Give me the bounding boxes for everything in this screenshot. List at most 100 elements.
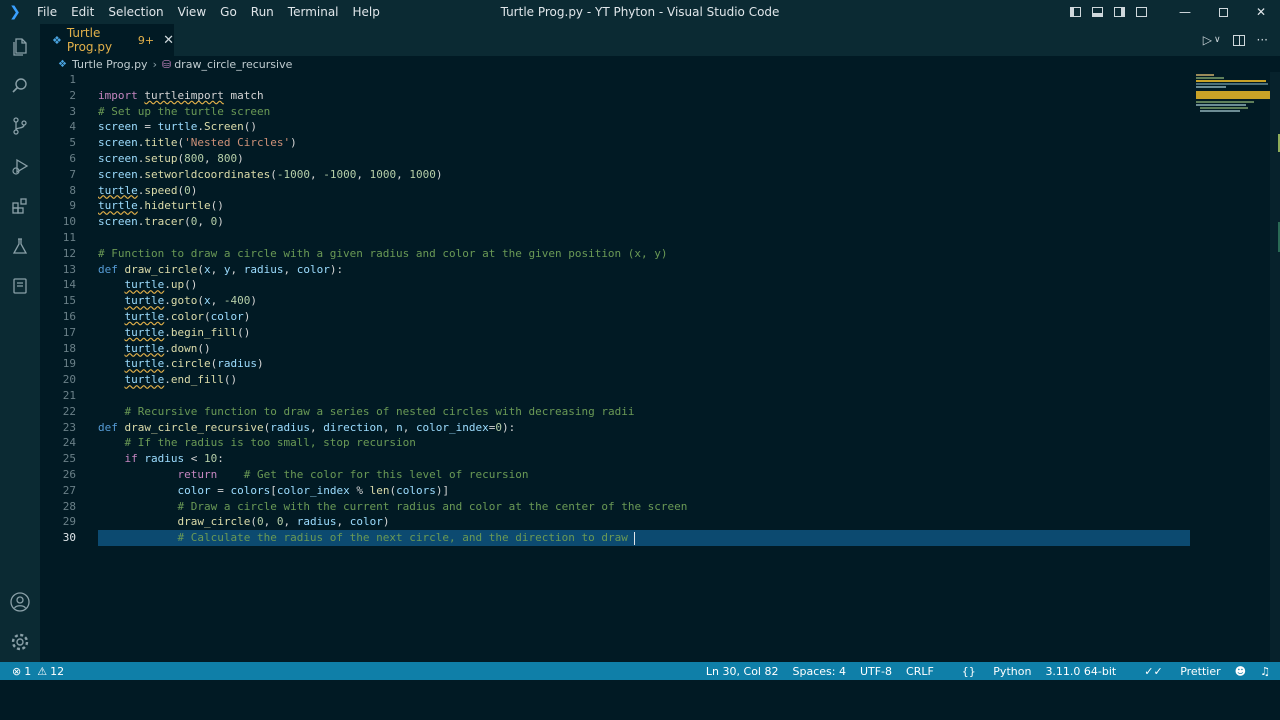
code-token: ( — [250, 515, 257, 529]
line-number: 16 — [62, 310, 76, 323]
code-token: , — [210, 262, 224, 276]
code-token: title — [144, 136, 178, 150]
source-control-icon[interactable] — [0, 106, 40, 146]
code-token: return — [177, 468, 218, 481]
breadcrumb-symbol[interactable]: draw_circle_recursive — [174, 58, 292, 71]
notifications-bell-icon[interactable]: ♫ — [1260, 665, 1270, 678]
code-token: = — [210, 483, 231, 497]
extensions-icon[interactable] — [0, 186, 40, 226]
minimap-line — [1196, 104, 1246, 106]
minimap[interactable] — [1190, 72, 1270, 662]
menu-edit[interactable]: Edit — [64, 0, 101, 24]
code-token: 800 — [217, 152, 238, 165]
feedback-icon[interactable]: ☻ — [1235, 665, 1246, 678]
minimize-icon[interactable]: — — [1166, 0, 1204, 24]
code-token: turtleimport — [144, 88, 224, 102]
code-token: end_fill — [170, 373, 224, 387]
code-token: def — [98, 262, 118, 276]
testing-icon[interactable] — [0, 226, 40, 266]
toggle-panel-icon[interactable] — [1086, 0, 1108, 24]
code-line: 25 if radius < 10: — [40, 451, 1190, 467]
line-number: 21 — [62, 389, 76, 402]
indentation[interactable]: Spaces: 4 — [792, 665, 845, 678]
minimap-line — [1196, 86, 1226, 88]
menu-view[interactable]: View — [171, 0, 213, 24]
accounts-icon[interactable] — [0, 582, 40, 622]
braces-icon: {} — [961, 664, 976, 678]
line-number: 25 — [62, 452, 76, 466]
code-token: len — [369, 483, 390, 497]
bottom-area — [0, 680, 1280, 720]
restore-icon[interactable] — [1204, 0, 1242, 24]
code-token: ( — [197, 262, 204, 276]
code-line: 27 color = colors[color_index % len(colo… — [40, 483, 1190, 499]
code-token: direction — [323, 420, 383, 434]
code-line: 29 draw_circle(0, 0, radius, color) — [40, 514, 1190, 530]
menu-run[interactable]: Run — [244, 0, 281, 24]
python-file-icon: ❖ — [52, 33, 62, 47]
tab-turtle-prog[interactable]: ❖ Turtle Prog.py 9+ ✕ — [40, 24, 174, 56]
code-line: 7 screen.setworldcoordinates(-1000, -1000… — [40, 167, 1190, 183]
more-actions-icon[interactable]: ··· — [1257, 33, 1268, 47]
toggle-secondary-sidebar-icon[interactable] — [1108, 0, 1130, 24]
code-token: 1000 — [369, 167, 397, 181]
line-number: 1 — [69, 73, 76, 86]
remote-explorer-icon[interactable] — [0, 266, 40, 306]
run-debug-icon[interactable] — [0, 146, 40, 186]
minimap-line — [1196, 77, 1224, 79]
code-line: 15 turtle.goto(x, -400) — [40, 293, 1190, 309]
vscode-logo-icon: ❯ — [9, 4, 21, 20]
code-token: 800 — [184, 152, 204, 165]
customize-layout-icon[interactable] — [1130, 0, 1152, 24]
run-options-chevron-icon[interactable]: ∨ — [1214, 35, 1221, 45]
code-token: 0 — [184, 183, 191, 197]
code-token: screen — [98, 120, 138, 134]
tab-bar: ❖ Turtle Prog.py 9+ ✕ ▷ ∨ ··· — [40, 24, 1280, 56]
search-icon[interactable] — [0, 66, 40, 106]
double-check-icon: ✓✓ — [1144, 664, 1163, 678]
settings-gear-icon[interactable] — [0, 622, 40, 662]
code-line: 16 turtle.color(color) — [40, 309, 1190, 325]
run-python-file-icon[interactable]: ▷ — [1203, 33, 1212, 47]
code-token: colors — [396, 483, 436, 497]
code-token: , — [210, 294, 224, 308]
code-token: radius — [217, 357, 257, 371]
code-token: ) — [217, 215, 224, 229]
minimap-line — [1196, 83, 1268, 85]
code-token: def — [98, 420, 118, 434]
menu-terminal[interactable]: Terminal — [281, 0, 346, 24]
menu-go[interactable]: Go — [213, 0, 244, 24]
code-token: setup — [144, 152, 178, 165]
text-cursor — [634, 531, 636, 545]
line-number: 11 — [62, 231, 76, 244]
split-editor-icon[interactable] — [1232, 34, 1245, 46]
python-interpreter[interactable]: 3.11.0 64-bit — [1045, 665, 1116, 678]
menu-help[interactable]: Help — [346, 0, 387, 24]
menu-selection[interactable]: Selection — [101, 0, 170, 24]
encoding[interactable]: UTF-8 — [860, 665, 892, 678]
code-token: 0 — [256, 515, 264, 529]
code-token: () — [197, 341, 211, 355]
prettier-status[interactable]: ✓✓ Prettier — [1130, 665, 1220, 678]
cursor-position[interactable]: Ln 30, Col 82 — [706, 665, 779, 678]
code-line: 14 turtle.up() — [40, 277, 1190, 293]
line-number: 8 — [69, 183, 76, 197]
end-of-line[interactable]: CRLF — [906, 665, 934, 678]
problems-indicator[interactable]: ⊗ 1 ⚠ 12 — [12, 665, 64, 678]
close-tab-icon[interactable]: ✕ — [163, 33, 174, 48]
code-token: . — [197, 120, 204, 134]
menu-file[interactable]: File — [30, 0, 64, 24]
code-token: . — [164, 294, 171, 308]
code-line: 13 def draw_circle(x, y, radius, color): — [40, 262, 1190, 278]
language-mode[interactable]: {} Python — [948, 665, 1032, 678]
code-token: down — [170, 341, 198, 355]
explorer-icon[interactable] — [0, 26, 40, 66]
code-token: x — [203, 262, 211, 276]
vertical-scrollbar[interactable] — [1270, 72, 1280, 662]
code-token: , — [283, 262, 297, 276]
toggle-primary-sidebar-icon[interactable] — [1064, 0, 1086, 24]
breadcrumb-file[interactable]: Turtle Prog.py — [72, 58, 148, 71]
close-window-icon[interactable]: ✕ — [1242, 0, 1280, 24]
code-line: 19 turtle.circle(radius) — [40, 356, 1190, 372]
code-editor[interactable]: 1 2 import turtleimport match 3 # Set up t… — [40, 72, 1190, 662]
